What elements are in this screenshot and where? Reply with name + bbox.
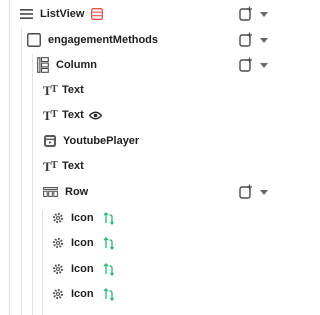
swap-icon[interactable] [103, 262, 116, 276]
add-widget-button[interactable] [238, 56, 254, 74]
column-icon [37, 57, 49, 73]
row-icon [43, 187, 58, 197]
tree-node-label: ListView [40, 8, 85, 20]
text-type-icon: TT [42, 158, 58, 174]
tree-node-listview[interactable]: ListView [0, 1, 274, 27]
tree-node-icon[interactable]: Icon [0, 205, 274, 231]
tree-node-label: Icon [71, 288, 94, 300]
tree-node-icon[interactable]: Icon [0, 256, 274, 282]
tree-node-label: Icon [71, 263, 94, 275]
tree-node-label: Column [56, 59, 97, 71]
container-icon [27, 33, 41, 47]
gear-icon [52, 212, 64, 224]
add-widget-button[interactable] [238, 5, 254, 23]
gear-icon [52, 288, 64, 300]
tree-node-row[interactable]: Row [0, 179, 274, 205]
tree-node-icon[interactable]: Icon [0, 230, 274, 256]
text-type-icon: TT [42, 107, 58, 123]
swap-icon[interactable] [103, 287, 116, 301]
tree-node-label: Text [62, 109, 84, 121]
tree-node-column[interactable]: Column [0, 52, 274, 78]
hamburger-icon [20, 8, 34, 20]
tree-node-label: engagementMethods [48, 34, 159, 46]
chevron-down-icon[interactable] [258, 187, 270, 197]
tree-node-text[interactable]: TT Text [0, 153, 274, 179]
tree-node-youtube-player[interactable]: YoutubePlayer [0, 128, 274, 154]
gear-icon [52, 263, 64, 275]
chevron-down-icon[interactable] [258, 60, 270, 70]
text-type-icon: TT [42, 82, 58, 98]
add-widget-button[interactable] [238, 183, 254, 201]
gear-icon [52, 237, 64, 249]
tree-node-label: Icon [71, 237, 94, 249]
chevron-down-icon[interactable] [258, 9, 270, 19]
add-widget-button[interactable] [238, 31, 254, 49]
swap-icon[interactable] [103, 236, 116, 250]
widget-tree: ListView engagementMethods Column T T Te… [0, 0, 274, 315]
chevron-down-icon[interactable] [258, 35, 270, 45]
tree-node-label: Text [62, 84, 84, 96]
tree-node-label: Icon [71, 212, 94, 224]
swap-icon[interactable] [103, 211, 116, 225]
tree-node-engagement-methods[interactable]: engagementMethods [0, 27, 274, 53]
listview-badge-icon [91, 8, 104, 20]
tree-node-label: YoutubePlayer [63, 135, 140, 147]
tree-node-icon[interactable]: Icon [0, 281, 274, 307]
eye-icon[interactable] [88, 111, 102, 120]
tree-node-text[interactable]: TT Text [0, 77, 274, 103]
youtube-player-icon [44, 135, 56, 147]
tree-node-label: Text [62, 160, 84, 172]
tree-node-text[interactable]: TT Text [0, 102, 274, 128]
tree-node-label: Row [65, 186, 89, 198]
